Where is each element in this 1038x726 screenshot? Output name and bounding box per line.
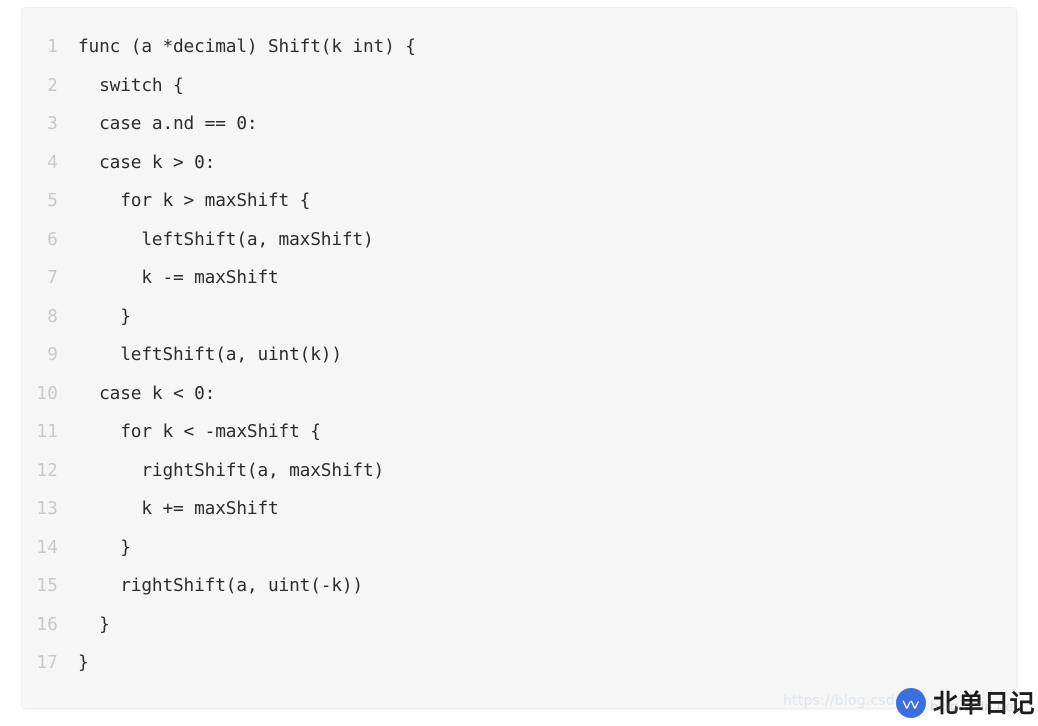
- line-number: 6: [47, 229, 58, 250]
- code-line: 9 leftShift(a, uint(k)): [22, 336, 1016, 375]
- line-number: 17: [36, 653, 58, 673]
- code-line-text: k += maxShift: [78, 498, 279, 519]
- line-number: 11: [36, 422, 58, 442]
- code-line-text: }: [78, 536, 131, 558]
- code-line-text: rightShift(a, maxShift): [78, 459, 385, 481]
- code-line-text: k -= maxShift: [78, 267, 279, 288]
- line-number: 8: [47, 306, 58, 327]
- code-block-card: 1 func (a *decimal) Shift(k int) { 2 switc…: [22, 8, 1016, 708]
- code-line: 7 k -= maxShift: [22, 259, 1016, 298]
- code-line: 2 switch {: [22, 67, 1016, 106]
- code-line-text: func (a *decimal) Shift(k int) {: [78, 36, 416, 57]
- code-line: 5 for k > maxShift {: [22, 182, 1016, 221]
- code-line-text: }: [78, 652, 89, 673]
- code-line-text: rightShift(a, uint(-k)): [78, 575, 363, 596]
- code-line-text: leftShift(a, uint(k)): [78, 344, 342, 365]
- line-number: 12: [36, 460, 58, 481]
- code-line: 8 }: [22, 298, 1016, 337]
- code-line: 10 case k < 0:: [22, 375, 1016, 414]
- line-number: 15: [36, 576, 58, 596]
- line-number: 10: [36, 383, 58, 404]
- code-line-text: }: [78, 305, 131, 327]
- code-line: 12 rightShift(a, maxShift): [22, 452, 1016, 491]
- code-line-text: case a.nd == 0:: [78, 113, 258, 134]
- code-line: 4 case k > 0:: [22, 144, 1016, 183]
- brand-badge: 北单日记: [896, 688, 1035, 718]
- code-line-text: switch {: [78, 74, 184, 96]
- line-number: 14: [36, 537, 58, 558]
- code-line: 14 }: [22, 529, 1016, 568]
- line-number: 2: [47, 75, 58, 96]
- code-line: 6 leftShift(a, maxShift): [22, 221, 1016, 260]
- code-line-text: }: [78, 613, 110, 635]
- line-number: 3: [47, 114, 58, 134]
- code-line: 17}: [22, 644, 1016, 683]
- line-number: 9: [47, 345, 58, 365]
- line-number: 4: [47, 152, 58, 173]
- code-line: 11 for k < -maxShift {: [22, 413, 1016, 452]
- brand-name-label: 北单日记: [933, 688, 1036, 718]
- code-line: 13 k += maxShift: [22, 490, 1016, 529]
- code-line: 1 func (a *decimal) Shift(k int) {: [22, 28, 1016, 67]
- line-number: 13: [36, 499, 58, 519]
- code-line-text: case k < 0:: [78, 382, 216, 404]
- line-number: 1: [47, 37, 58, 57]
- double-check-logo-icon: [896, 688, 926, 718]
- line-number: 7: [47, 268, 58, 288]
- line-number: 16: [36, 614, 58, 635]
- code-line-text: case k > 0:: [78, 151, 216, 173]
- code-line-text: for k < -maxShift {: [78, 421, 321, 442]
- code-line: 3 case a.nd == 0:: [22, 105, 1016, 144]
- line-number: 5: [47, 191, 58, 211]
- code-line: 16 }: [22, 606, 1016, 645]
- code-line: 15 rightShift(a, uint(-k)): [22, 567, 1016, 606]
- code-lines-container: 1 func (a *decimal) Shift(k int) { 2 switc…: [22, 28, 1016, 683]
- code-line-text: for k > maxShift {: [78, 190, 311, 211]
- watermark-url-text: https://blog.csdn.: [783, 693, 909, 709]
- code-line-text: leftShift(a, maxShift): [78, 228, 374, 250]
